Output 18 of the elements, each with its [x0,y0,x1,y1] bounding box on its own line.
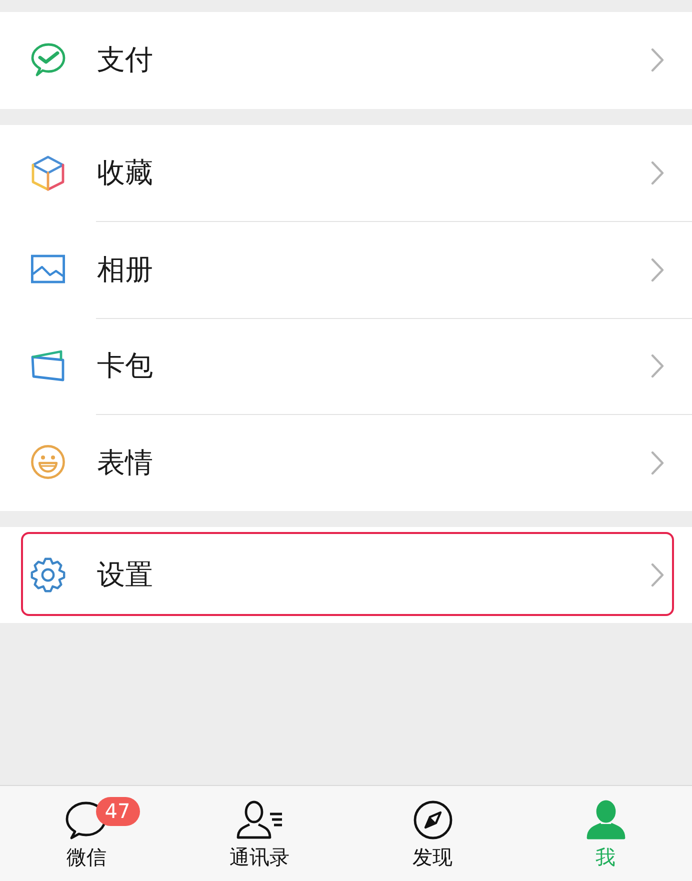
card-icon [30,348,66,384]
tab[interactable]: 通讯录 [173,786,346,881]
person-icon [586,800,626,840]
chevron-icon [651,258,664,282]
person-lines-icon [236,800,284,840]
gear-icon [30,556,66,593]
chevron-icon [651,48,664,72]
compass-icon [412,800,452,840]
unread-badge: 47 [96,797,140,826]
tab[interactable]: 发现 [346,786,519,881]
chevron-icon [651,450,664,475]
chevron-icon [651,160,664,185]
check-bubble-icon [30,42,66,78]
chevron-icon [651,354,664,378]
tab[interactable]: 47 微信 [0,786,173,881]
smiley-icon [30,444,66,480]
chevron-icon [651,562,664,587]
cube-icon [30,154,66,191]
